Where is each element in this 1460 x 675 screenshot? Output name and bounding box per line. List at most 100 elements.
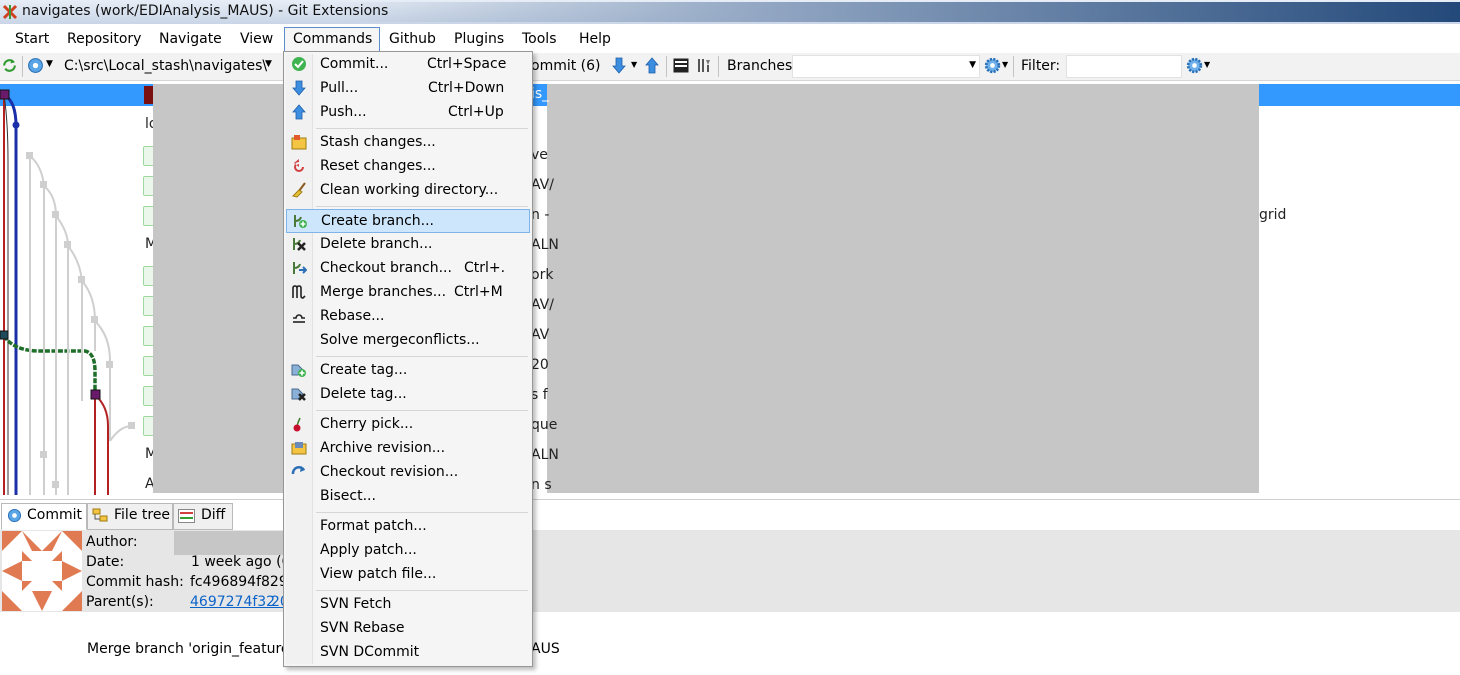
tab-file-tree[interactable]: File tree (87, 503, 173, 530)
menu-item-archive-revision[interactable]: Archive revision... (286, 437, 530, 459)
branches-dropdown-arrow-icon[interactable]: ▼ (969, 60, 976, 70)
menu-github[interactable]: Github (389, 31, 436, 47)
repository-dropdown-arrow-icon[interactable]: ▼ (46, 59, 53, 69)
redacted-author (174, 531, 284, 555)
console-icon[interactable] (673, 58, 689, 73)
pull-dropdown-arrow-icon[interactable]: ▼ (631, 60, 637, 69)
parent-link[interactable]: 4697274f32 (190, 594, 275, 610)
commit-tab-icon (7, 508, 22, 523)
row-message-fragment: n - (531, 207, 550, 223)
menu-item-stash-changes[interactable]: Stash changes... (286, 131, 530, 153)
commit-hash-value: fc496894f829a (190, 574, 297, 590)
menu-repository[interactable]: Repository (67, 31, 141, 47)
menu-item-cherry-pick[interactable]: Cherry pick... (286, 413, 530, 435)
menu-item-label: Clean working directory... (320, 182, 499, 198)
menu-item-checkout-branch[interactable]: Checkout branch... Ctrl+. (286, 257, 530, 279)
redacted-area (153, 84, 283, 493)
path-dropdown-arrow-icon[interactable]: ▼ (265, 59, 272, 69)
menu-item-view-patch-file[interactable]: View patch file... (286, 563, 530, 585)
settings-tools-icon[interactable] (696, 57, 712, 74)
menu-item-checkout-revision[interactable]: Checkout revision... (286, 461, 530, 483)
archive-icon (291, 442, 307, 455)
menu-item-push[interactable]: Push... Ctrl+Up (286, 101, 530, 123)
menu-plugins[interactable]: Plugins (454, 31, 504, 47)
title-bar-background (330, 2, 1460, 22)
menu-help[interactable]: Help (579, 31, 611, 47)
cherry-icon (293, 417, 301, 432)
tab-diff[interactable]: Diff (173, 503, 233, 530)
tab-file-tree-label: File tree (114, 507, 171, 523)
row-message-fragment: AV/ (531, 297, 554, 313)
window-title: navigates (work/EDIAnalysis_MAUS) - Git … (22, 3, 389, 19)
menu-item-svn-rebase[interactable]: SVN Rebase (286, 617, 530, 639)
menu-item-label: Apply patch... (320, 542, 417, 558)
menu-item-label: Pull... (320, 80, 359, 96)
menu-item-label: SVN DCommit (320, 644, 420, 660)
menu-item-label: Delete branch... (320, 236, 433, 252)
row-message-fragment: que (531, 417, 558, 433)
menu-item-svn-fetch[interactable]: SVN Fetch (286, 593, 530, 615)
menu-item-label: Format patch... (320, 518, 427, 534)
repository-path[interactable]: C:\src\Local_stash\navigates\ (64, 58, 267, 74)
branches-gear-dropdown-icon[interactable]: ▼ (1002, 60, 1008, 69)
menu-commands[interactable]: Commands (293, 31, 372, 47)
tab-commit[interactable]: Commit (1, 503, 87, 530)
rebase-icon (293, 314, 305, 323)
menu-item-shortcut: Ctrl+Up (448, 104, 504, 120)
branches-gear-icon[interactable] (984, 57, 1001, 74)
menu-item-delete-branch[interactable]: Delete branch... (286, 233, 530, 255)
menu-item-merge-branches[interactable]: Merge branches... Ctrl+M (286, 281, 530, 303)
menu-tools[interactable]: Tools (522, 31, 557, 47)
row-message-fragment: s f (531, 387, 548, 403)
pull-arrow-icon[interactable] (612, 57, 626, 74)
menu-item-format-patch[interactable]: Format patch... (286, 515, 530, 537)
menu-start[interactable]: Start (15, 31, 49, 47)
menu-item-rebase[interactable]: Rebase... (286, 305, 530, 327)
broom-icon (292, 182, 306, 198)
menu-item-clean-working-directory[interactable]: Clean working directory... (286, 179, 530, 201)
commit-message: Merge branch 'origin_feature/ (87, 641, 295, 657)
detail-tabs: Commit File tree Diff (0, 499, 1460, 531)
date-value: 1 week ago (6 (191, 554, 291, 570)
title-bar: navigates (work/EDIAnalysis_MAUS) - Git … (0, 0, 1460, 24)
menu-separator (316, 356, 528, 357)
row-message-fragment: 20 (531, 357, 549, 373)
menu-item-pull[interactable]: Pull... Ctrl+Down (286, 77, 530, 99)
commit-button-label[interactable]: ommit (6) (531, 58, 601, 74)
menu-item-commit[interactable]: Commit... Ctrl+Space (286, 53, 530, 75)
delete-branch-icon (293, 238, 306, 251)
menu-item-label: View patch file... (320, 566, 437, 582)
filter-input[interactable] (1066, 55, 1182, 78)
menu-navigate[interactable]: Navigate (159, 31, 222, 47)
filter-gear-dropdown-icon[interactable]: ▼ (1204, 60, 1210, 69)
author-avatar (2, 531, 82, 611)
menu-item-delete-tag[interactable]: Delete tag... (286, 383, 530, 405)
menu-item-label: Merge branches... (320, 284, 447, 300)
toolbar: ▼ C:\src\Local_stash\navigates\ ▼ ommit … (0, 53, 1460, 81)
menu-item-apply-patch[interactable]: Apply patch... (286, 539, 530, 561)
filter-gear-icon[interactable] (1186, 57, 1203, 74)
menu-item-solve-mergeconflicts[interactable]: Solve mergeconflicts... (286, 329, 530, 351)
menu-item-reset-changes[interactable]: Reset changes... (286, 155, 530, 177)
parents-label: Parent(s): (86, 594, 154, 610)
menu-item-svn-dcommit[interactable]: SVN DCommit (286, 641, 530, 663)
repository-icon[interactable] (27, 57, 44, 74)
menu-view[interactable]: View (240, 31, 273, 47)
refresh-icon[interactable] (1, 57, 18, 74)
menu-item-label: Checkout revision... (320, 464, 459, 480)
menu-item-label: SVN Rebase (320, 620, 405, 636)
date-label: Date: (86, 554, 125, 570)
commands-dropdown-menu: Commit... Ctrl+Space Pull... Ctrl+Down P… (283, 51, 533, 667)
menu-separator (316, 590, 528, 591)
menu-item-create-tag[interactable]: Create tag... (286, 359, 530, 381)
commit-icon (292, 57, 306, 71)
git-extensions-logo-icon (2, 4, 18, 20)
row-message-fragment: ALN (531, 237, 559, 253)
menu-item-label: Rebase... (320, 308, 385, 324)
menu-item-bisect[interactable]: Bisect... (286, 485, 530, 507)
reset-icon (294, 159, 304, 172)
branches-select[interactable]: ▼ (792, 55, 980, 78)
menu-item-create-branch[interactable]: Create branch... (286, 209, 530, 233)
push-arrow-icon[interactable] (645, 57, 659, 74)
row-message-fragment: ork (531, 267, 554, 283)
